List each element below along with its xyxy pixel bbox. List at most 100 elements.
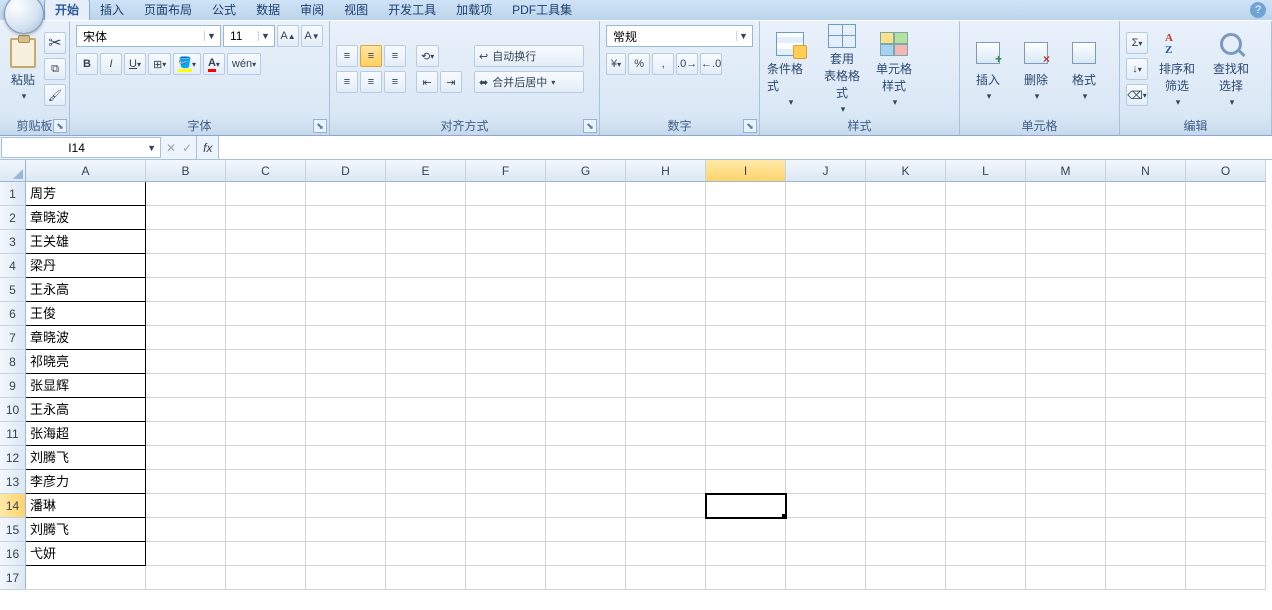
cell-B2[interactable] <box>146 206 226 230</box>
cell-K10[interactable] <box>866 398 946 422</box>
cell-I15[interactable] <box>706 518 786 542</box>
merge-center-button[interactable]: ⬌合并后居中▾ <box>474 71 584 93</box>
cell-L3[interactable] <box>946 230 1026 254</box>
cell-D6[interactable] <box>306 302 386 326</box>
cell-F11[interactable] <box>466 422 546 446</box>
font-name-dropdown[interactable]: 宋体▼ <box>76 25 221 47</box>
cell-C12[interactable] <box>226 446 306 470</box>
cell-A17[interactable] <box>26 566 146 590</box>
fx-label[interactable]: fx <box>197 136 218 159</box>
cell-G14[interactable] <box>546 494 626 518</box>
cell-J6[interactable] <box>786 302 866 326</box>
cell-N12[interactable] <box>1106 446 1186 470</box>
cell-O12[interactable] <box>1186 446 1266 470</box>
border-button[interactable]: ⊞▾ <box>148 53 171 75</box>
cell-J15[interactable] <box>786 518 866 542</box>
cell-J3[interactable] <box>786 230 866 254</box>
cell-G3[interactable] <box>546 230 626 254</box>
cell-B17[interactable] <box>146 566 226 590</box>
cell-I12[interactable] <box>706 446 786 470</box>
align-center-button[interactable]: ≡ <box>360 71 382 93</box>
row-header-14[interactable]: 14 <box>0 494 26 518</box>
cell-O3[interactable] <box>1186 230 1266 254</box>
cell-L16[interactable] <box>946 542 1026 566</box>
cell-H4[interactable] <box>626 254 706 278</box>
row-header-15[interactable]: 15 <box>0 518 26 542</box>
column-header-K[interactable]: K <box>866 160 946 182</box>
cell-I4[interactable] <box>706 254 786 278</box>
cell-E2[interactable] <box>386 206 466 230</box>
cell-D8[interactable] <box>306 350 386 374</box>
cell-H5[interactable] <box>626 278 706 302</box>
cell-G15[interactable] <box>546 518 626 542</box>
cell-D15[interactable] <box>306 518 386 542</box>
font-launcher[interactable]: ⬊ <box>313 119 327 133</box>
cell-M14[interactable] <box>1026 494 1106 518</box>
cell-O13[interactable] <box>1186 470 1266 494</box>
column-header-A[interactable]: A <box>26 160 146 182</box>
comma-button[interactable]: , <box>652 53 674 75</box>
row-header-2[interactable]: 2 <box>0 206 26 230</box>
cell-D16[interactable] <box>306 542 386 566</box>
tab-页面布局[interactable]: 页面布局 <box>134 0 202 20</box>
cell-B13[interactable] <box>146 470 226 494</box>
cell-N13[interactable] <box>1106 470 1186 494</box>
cell-H15[interactable] <box>626 518 706 542</box>
cell-B8[interactable] <box>146 350 226 374</box>
cell-B3[interactable] <box>146 230 226 254</box>
cell-A10[interactable]: 王永高 <box>26 398 146 422</box>
find-select-button[interactable]: 查找和 选择 <box>1206 29 1256 109</box>
cell-O1[interactable] <box>1186 182 1266 206</box>
cell-O10[interactable] <box>1186 398 1266 422</box>
cell-M1[interactable] <box>1026 182 1106 206</box>
cell-B12[interactable] <box>146 446 226 470</box>
cell-D10[interactable] <box>306 398 386 422</box>
cell-F17[interactable] <box>466 566 546 590</box>
cell-N17[interactable] <box>1106 566 1186 590</box>
percent-button[interactable]: % <box>628 53 650 75</box>
row-header-6[interactable]: 6 <box>0 302 26 326</box>
cell-B1[interactable] <box>146 182 226 206</box>
autosum-button[interactable]: Σ▾ <box>1126 32 1148 54</box>
cell-C13[interactable] <box>226 470 306 494</box>
cell-F6[interactable] <box>466 302 546 326</box>
cell-O11[interactable] <box>1186 422 1266 446</box>
tab-开始[interactable]: 开始 <box>44 0 90 20</box>
cell-B5[interactable] <box>146 278 226 302</box>
cell-G8[interactable] <box>546 350 626 374</box>
cell-K13[interactable] <box>866 470 946 494</box>
cell-C6[interactable] <box>226 302 306 326</box>
cell-L17[interactable] <box>946 566 1026 590</box>
insert-cells-button[interactable]: 插入 <box>966 29 1010 109</box>
cell-G13[interactable] <box>546 470 626 494</box>
column-header-M[interactable]: M <box>1026 160 1106 182</box>
cell-F1[interactable] <box>466 182 546 206</box>
fill-button[interactable]: ↓▾ <box>1126 58 1148 80</box>
tab-审阅[interactable]: 审阅 <box>290 0 334 20</box>
cell-I16[interactable] <box>706 542 786 566</box>
shrink-font-button[interactable]: A▼ <box>301 25 323 47</box>
format-painter-button[interactable]: 🖌 <box>44 84 66 106</box>
row-header-12[interactable]: 12 <box>0 446 26 470</box>
cell-E13[interactable] <box>386 470 466 494</box>
cell-H9[interactable] <box>626 374 706 398</box>
cell-M15[interactable] <box>1026 518 1106 542</box>
formula-input[interactable] <box>218 136 1272 159</box>
copy-button[interactable]: ⧉ <box>44 58 66 80</box>
cell-E14[interactable] <box>386 494 466 518</box>
cell-O16[interactable] <box>1186 542 1266 566</box>
cell-C15[interactable] <box>226 518 306 542</box>
cell-M11[interactable] <box>1026 422 1106 446</box>
cell-L12[interactable] <box>946 446 1026 470</box>
cell-N10[interactable] <box>1106 398 1186 422</box>
cell-K8[interactable] <box>866 350 946 374</box>
row-header-11[interactable]: 11 <box>0 422 26 446</box>
cell-N14[interactable] <box>1106 494 1186 518</box>
cell-I3[interactable] <box>706 230 786 254</box>
indent-increase-button[interactable]: ⇥ <box>440 71 462 93</box>
cell-L13[interactable] <box>946 470 1026 494</box>
align-middle-button[interactable]: ≡ <box>360 45 382 67</box>
cell-H1[interactable] <box>626 182 706 206</box>
cell-I9[interactable] <box>706 374 786 398</box>
cell-E6[interactable] <box>386 302 466 326</box>
